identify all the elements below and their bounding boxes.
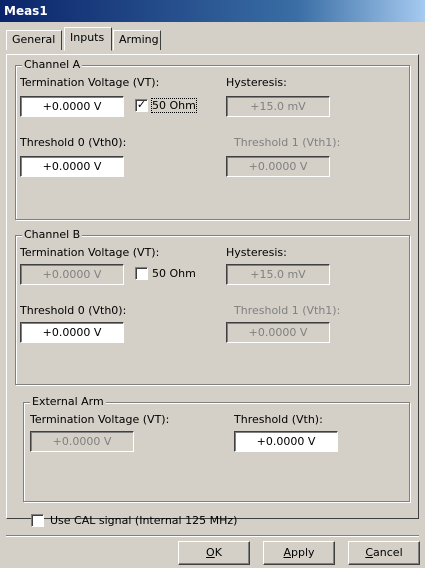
external-arm-threshold-field[interactable]: +0.0000 V [234, 431, 338, 452]
channel-b-50ohm-label[interactable]: 50 Ohm [152, 267, 196, 280]
channel-b-threshold1-label: Threshold 1 (Vth1): [234, 304, 341, 317]
channel-a-group: Channel A Termination Voltage (VT): +0.0… [15, 58, 410, 220]
external-arm-termination-field: +0.0000 V [30, 431, 134, 452]
ok-label-rest: K [214, 546, 222, 559]
external-arm-title: External Arm [30, 395, 106, 408]
inputs-tab-page: Channel A Termination Voltage (VT): +0.0… [6, 54, 419, 527]
channel-a-threshold0-field[interactable]: +0.0000 V [20, 156, 124, 177]
ok-mnemonic: O [206, 546, 215, 559]
channel-a-hysteresis-label: Hysteresis: [226, 76, 287, 89]
cancel-mnemonic: C [365, 546, 374, 559]
channel-b-hysteresis-field: +15.0 mV [226, 264, 330, 285]
channel-a-threshold1-label: Threshold 1 (Vth1): [234, 136, 341, 149]
apply-mnemonic: A [283, 546, 291, 559]
channel-b-group: Channel B Termination Voltage (VT): +0.0… [15, 228, 410, 385]
apply-button[interactable]: Apply [263, 541, 335, 565]
button-separator [6, 535, 419, 537]
tab-inputs[interactable]: Inputs [64, 27, 112, 51]
channel-a-50ohm-checkbox[interactable]: ✓ [135, 99, 148, 112]
channel-b-termination-field: +0.0000 V [20, 264, 124, 285]
tab-arming[interactable]: Arming [113, 30, 161, 50]
tab-general[interactable]: General [6, 30, 62, 50]
cancel-label-rest: ancel [373, 546, 403, 559]
channel-b-title: Channel B [22, 228, 83, 241]
external-arm-threshold-label: Threshold (Vth): [234, 413, 323, 426]
channel-a-threshold1-field: +0.0000 V [226, 156, 330, 177]
cancel-button[interactable]: Cancel [348, 541, 420, 565]
channel-b-hysteresis-label: Hysteresis: [226, 246, 287, 259]
channel-b-50ohm-checkbox[interactable] [135, 267, 148, 280]
channel-a-termination-field[interactable]: +0.0000 V [20, 96, 124, 117]
channel-a-50ohm-label[interactable]: 50 Ohm [151, 98, 197, 113]
channel-a-termination-label: Termination Voltage (VT): [20, 76, 160, 89]
cal-signal-checkbox[interactable] [31, 514, 44, 527]
channel-b-threshold1-field: +0.0000 V [226, 322, 330, 343]
external-arm-termination-label: Termination Voltage (VT): [30, 413, 170, 426]
cal-signal-label[interactable]: Use CAL signal (Internal 125 MHz) [50, 514, 237, 527]
channel-a-threshold0-label: Threshold 0 (Vth0): [20, 136, 127, 149]
channel-a-title: Channel A [22, 58, 83, 71]
ok-button[interactable]: OK [178, 541, 250, 565]
external-arm-group: External Arm Termination Voltage (VT): +… [23, 395, 410, 502]
channel-b-threshold0-field[interactable]: +0.0000 V [20, 322, 124, 343]
channel-b-termination-label: Termination Voltage (VT): [20, 246, 160, 259]
channel-a-hysteresis-field: +15.0 mV [226, 96, 330, 117]
apply-label-rest: pply [291, 546, 315, 559]
channel-b-threshold0-label: Threshold 0 (Vth0): [20, 304, 127, 317]
tab-strip: General Inputs Arming [0, 22, 425, 52]
window-title: Meas1 [0, 0, 425, 22]
